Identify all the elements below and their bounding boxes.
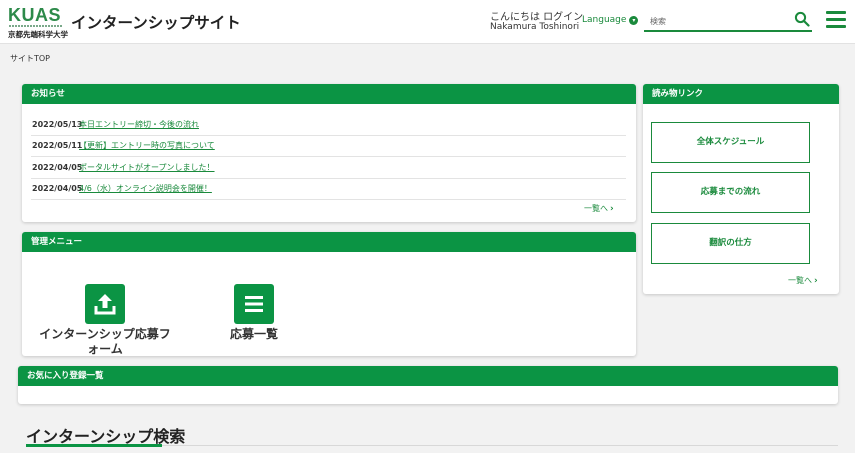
user-name: Nakamura Toshinori [490,22,580,32]
language-selector[interactable]: Language ▾ [582,15,639,25]
news-date: 2022/04/05 [32,184,83,194]
reading-more-link[interactable]: 一覧へ › [788,275,818,286]
news-link[interactable]: 4/6（水）オンライン説明会を開催！ [79,183,212,194]
reading-links-title: 読み物リンク [643,84,839,104]
chevron-right-icon: › [814,276,818,286]
site-header: KUAS 京都先端科学大学 インターンシップサイト こんにちは ログイン Nak… [0,0,855,44]
news-link[interactable]: ポータルサイトがオープンしました！ [79,162,215,173]
search-input[interactable] [650,13,785,29]
news-item: 2022/04/05 4/6（水）オンライン説明会を開催！ [31,179,626,200]
favorites-panel: お気に入り登録一覧 [18,366,838,404]
news-item: 2022/05/13 本日エントリー締切・今後の流れ [31,114,626,136]
news-more-link[interactable]: 一覧へ › [584,203,614,214]
greeting-text: こんにちは ログイン [490,12,584,23]
hamburger-menu-icon[interactable] [826,11,846,29]
logo-tagline-decoration [9,25,63,27]
news-panel-title: お知らせ [22,84,636,104]
reading-more-label: 一覧へ [788,276,812,285]
heading-accent-bar [26,444,162,447]
news-date: 2022/05/13 [32,119,83,129]
search-box [644,10,812,32]
site-title[interactable]: インターンシップサイト [71,11,241,33]
breadcrumb[interactable]: サイトTOP [10,53,50,64]
admin-menu-panel: 管理メニュー インターンシップ応募フ ォーム 応募一覧 [22,232,636,356]
upload-icon [85,284,125,324]
tile-label: インターンシップ応募フ ォーム [39,327,171,356]
language-label: Language [582,15,627,25]
news-item: 2022/04/05 ポータルサイトがオープンしました！ [31,157,626,179]
admin-menu-title: 管理メニュー [22,232,636,252]
kuas-logo[interactable]: KUAS 京都先端科学大学 [8,5,68,41]
news-date: 2022/05/11 [32,141,83,151]
reading-links-panel: 読み物リンク 全体スケジュール 応募までの流れ 翻訳の仕方 一覧へ › [643,84,839,294]
search-icon[interactable] [794,11,810,27]
list-icon [234,284,274,324]
chevron-down-icon: ▾ [629,15,639,25]
translation-guide-button[interactable]: 翻訳の仕方 [651,223,810,264]
favorites-title: お気に入り登録一覧 [18,366,838,386]
news-link[interactable]: 本日エントリー締切・今後の流れ [79,119,199,130]
application-flow-button[interactable]: 応募までの流れ [651,172,810,213]
news-panel: お知らせ 2022/05/13 本日エントリー締切・今後の流れ 2022/05/… [22,84,636,222]
news-list: 2022/05/13 本日エントリー締切・今後の流れ 2022/05/11 【更… [31,114,626,200]
tile-label: 応募一覧 [229,327,278,341]
logo-university-name: 京都先端科学大学 [8,30,68,39]
news-more-label: 一覧へ [584,204,608,213]
news-item: 2022/05/11 【更新】エントリー時の写真について [31,136,626,157]
news-link[interactable]: 【更新】エントリー時の写真について [79,140,215,151]
chevron-right-icon: › [610,204,614,214]
overall-schedule-button[interactable]: 全体スケジュール [651,122,810,163]
news-date: 2022/04/05 [32,162,83,172]
logo-text: KUAS [8,5,62,25]
